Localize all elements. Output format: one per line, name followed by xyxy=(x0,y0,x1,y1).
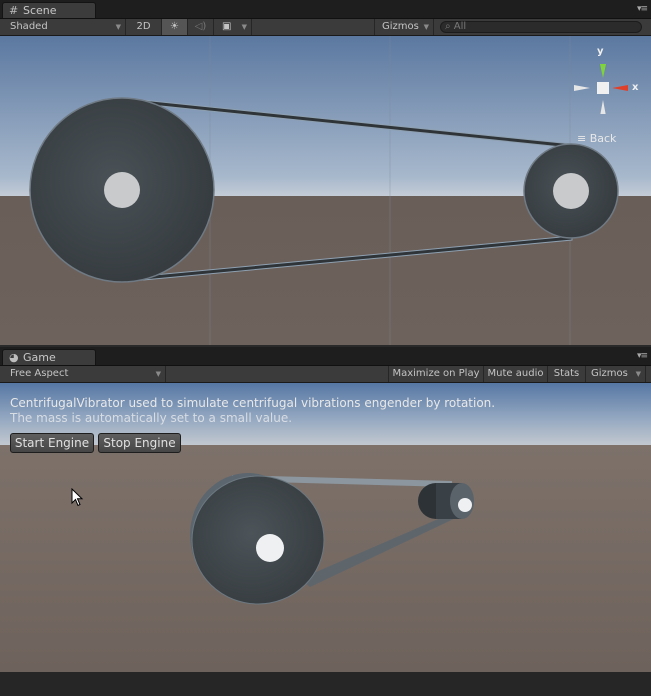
image-icon: ▣ xyxy=(222,21,232,32)
gizmo-x-label: x xyxy=(632,82,639,93)
tab-game-label: Game xyxy=(23,351,56,364)
scene-large-pulley[interactable] xyxy=(29,97,215,283)
orientation-gizmo[interactable]: y x ≡ Back xyxy=(566,44,646,145)
tab-game[interactable]: ◕ Game xyxy=(2,349,96,365)
grid-icon: # xyxy=(9,4,19,17)
sun-icon: ☀ xyxy=(170,21,179,32)
mouse-cursor-icon xyxy=(71,488,84,507)
dropdown-arrow-icon: ▼ xyxy=(155,370,161,378)
mute-audio-label: Mute audio xyxy=(487,368,544,379)
dropdown-arrow-icon: ▼ xyxy=(635,370,641,378)
maximize-on-play-toggle[interactable]: Maximize on Play xyxy=(388,366,484,382)
view-label-text: Back xyxy=(589,132,617,145)
scene-search-input[interactable]: ⌕ All xyxy=(440,21,642,33)
pane-menu-icon[interactable]: ▾≡ xyxy=(637,4,648,14)
menu-icon: ≡ xyxy=(577,132,587,145)
pane-menu-icon[interactable]: ▾≡ xyxy=(637,351,648,361)
scene-toolbar: Shaded ▼ 2D ☀ ◁) ▣ ▼ Gizmos ▼ ⌕ All xyxy=(0,19,651,36)
aspect-label: Free Aspect xyxy=(10,368,69,379)
y-axis-cone[interactable] xyxy=(600,64,606,78)
gizmos-label: Gizmos xyxy=(382,21,419,32)
scene-tab-bar: # Scene ▾≡ xyxy=(0,0,651,19)
game-gizmos-label: Gizmos xyxy=(591,368,628,379)
neg-y-axis-cone[interactable] xyxy=(600,100,606,114)
aspect-dropdown[interactable]: Free Aspect ▼ xyxy=(0,366,166,382)
game-gizmos-dropdown[interactable]: Gizmos ▼ xyxy=(586,366,646,382)
gizmo-center-cube[interactable] xyxy=(597,82,609,94)
view-label[interactable]: ≡ Back xyxy=(577,132,616,145)
stop-engine-button[interactable]: Stop Engine xyxy=(98,433,181,453)
speaker-icon: ◁) xyxy=(194,21,207,32)
scene-viewport[interactable]: y x ≡ Back xyxy=(0,36,651,345)
2d-label: 2D xyxy=(136,21,151,32)
game-small-pulley[interactable] xyxy=(418,483,474,519)
search-icon: ⌕ xyxy=(445,21,451,32)
dropdown-arrow-icon: ▼ xyxy=(423,23,429,31)
maximize-on-play-label: Maximize on Play xyxy=(392,368,480,379)
start-engine-button[interactable]: Start Engine xyxy=(10,433,94,453)
scene-small-pulley[interactable] xyxy=(523,143,619,239)
tab-scene-label: Scene xyxy=(23,4,57,17)
tab-scene[interactable]: # Scene xyxy=(2,2,96,18)
bottom-status-strip xyxy=(0,672,651,696)
pacman-icon: ◕ xyxy=(9,351,19,364)
dropdown-arrow-icon: ▼ xyxy=(115,23,121,31)
mute-audio-toggle[interactable]: Mute audio xyxy=(484,366,548,382)
gizmos-dropdown[interactable]: Gizmos ▼ xyxy=(374,19,434,35)
search-placeholder: All xyxy=(453,21,467,32)
game-tab-bar: ◕ Game ▾≡ xyxy=(0,347,651,366)
game-description-line2: The mass is automatically set to a small… xyxy=(10,411,293,425)
2d-toggle[interactable]: 2D xyxy=(126,19,162,35)
game-viewport[interactable]: CentrifugalVibrator used to simulate cen… xyxy=(0,383,651,672)
gizmo-y-label: y xyxy=(597,46,604,57)
dropdown-arrow-icon: ▼ xyxy=(241,23,247,31)
shading-mode-label: Shaded xyxy=(10,21,48,32)
game-description-line1: CentrifugalVibrator used to simulate cen… xyxy=(10,396,496,410)
audio-toggle[interactable]: ◁) xyxy=(188,19,214,35)
game-toolbar: Free Aspect ▼ Maximize on Play Mute audio… xyxy=(0,366,651,383)
effects-toggle[interactable]: ▣ ▼ xyxy=(214,19,252,35)
x-axis-cone[interactable] xyxy=(612,85,628,91)
stats-label: Stats xyxy=(553,368,580,379)
neg-x-axis-cone[interactable] xyxy=(574,85,590,91)
shading-mode-dropdown[interactable]: Shaded ▼ xyxy=(0,19,126,35)
lighting-toggle[interactable]: ☀ xyxy=(162,19,188,35)
stats-toggle[interactable]: Stats xyxy=(548,366,586,382)
